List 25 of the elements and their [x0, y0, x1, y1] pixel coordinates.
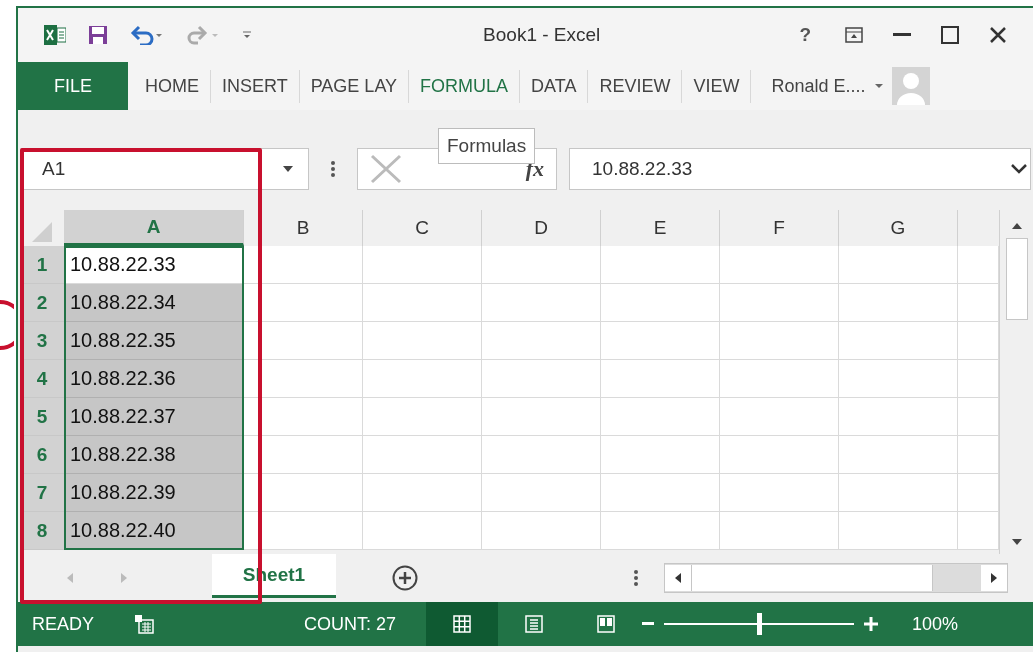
file-tab[interactable]: FILE [18, 62, 128, 110]
table-cell: 10.88.22.38 [64, 436, 244, 474]
ribbon-tab[interactable]: FORMULA [409, 69, 521, 103]
ribbon-tab[interactable]: VIEW [682, 69, 752, 103]
column-header[interactable]: A [64, 210, 244, 246]
table-cell: 10.88.22.40 [64, 512, 244, 550]
tooltip: Formulas [438, 128, 536, 164]
zoom-level[interactable]: 100% [912, 613, 959, 635]
table-cell: 10.88.22.34 [64, 284, 244, 322]
table-cell: 10.88.22.37 [64, 398, 244, 436]
ribbon-tab[interactable]: PAGE LAY [299, 69, 410, 103]
ribbon-tab[interactable]: HOME [134, 69, 211, 103]
ribbon-tab[interactable]: REVIEW [588, 69, 683, 103]
table-cell: 10.88.22.35 [64, 322, 244, 360]
status-mode: READY [32, 613, 94, 635]
status-count: COUNT: 27 [304, 613, 397, 635]
name-box[interactable]: A1 [21, 148, 309, 190]
formula-input[interactable]: 10.88.22.33 [569, 148, 1031, 190]
help-button[interactable]: ? [785, 24, 825, 46]
ribbon-tab[interactable]: INSERT [211, 69, 300, 103]
table-cell: 10.88.22.39 [64, 474, 244, 512]
window-title: Book1 - Excel [482, 24, 602, 46]
table-cell: 10.88.22.36 [64, 360, 244, 398]
ribbon-tab[interactable]: DATA [520, 69, 589, 103]
user-account-button[interactable]: Ronald E.... [751, 75, 874, 97]
